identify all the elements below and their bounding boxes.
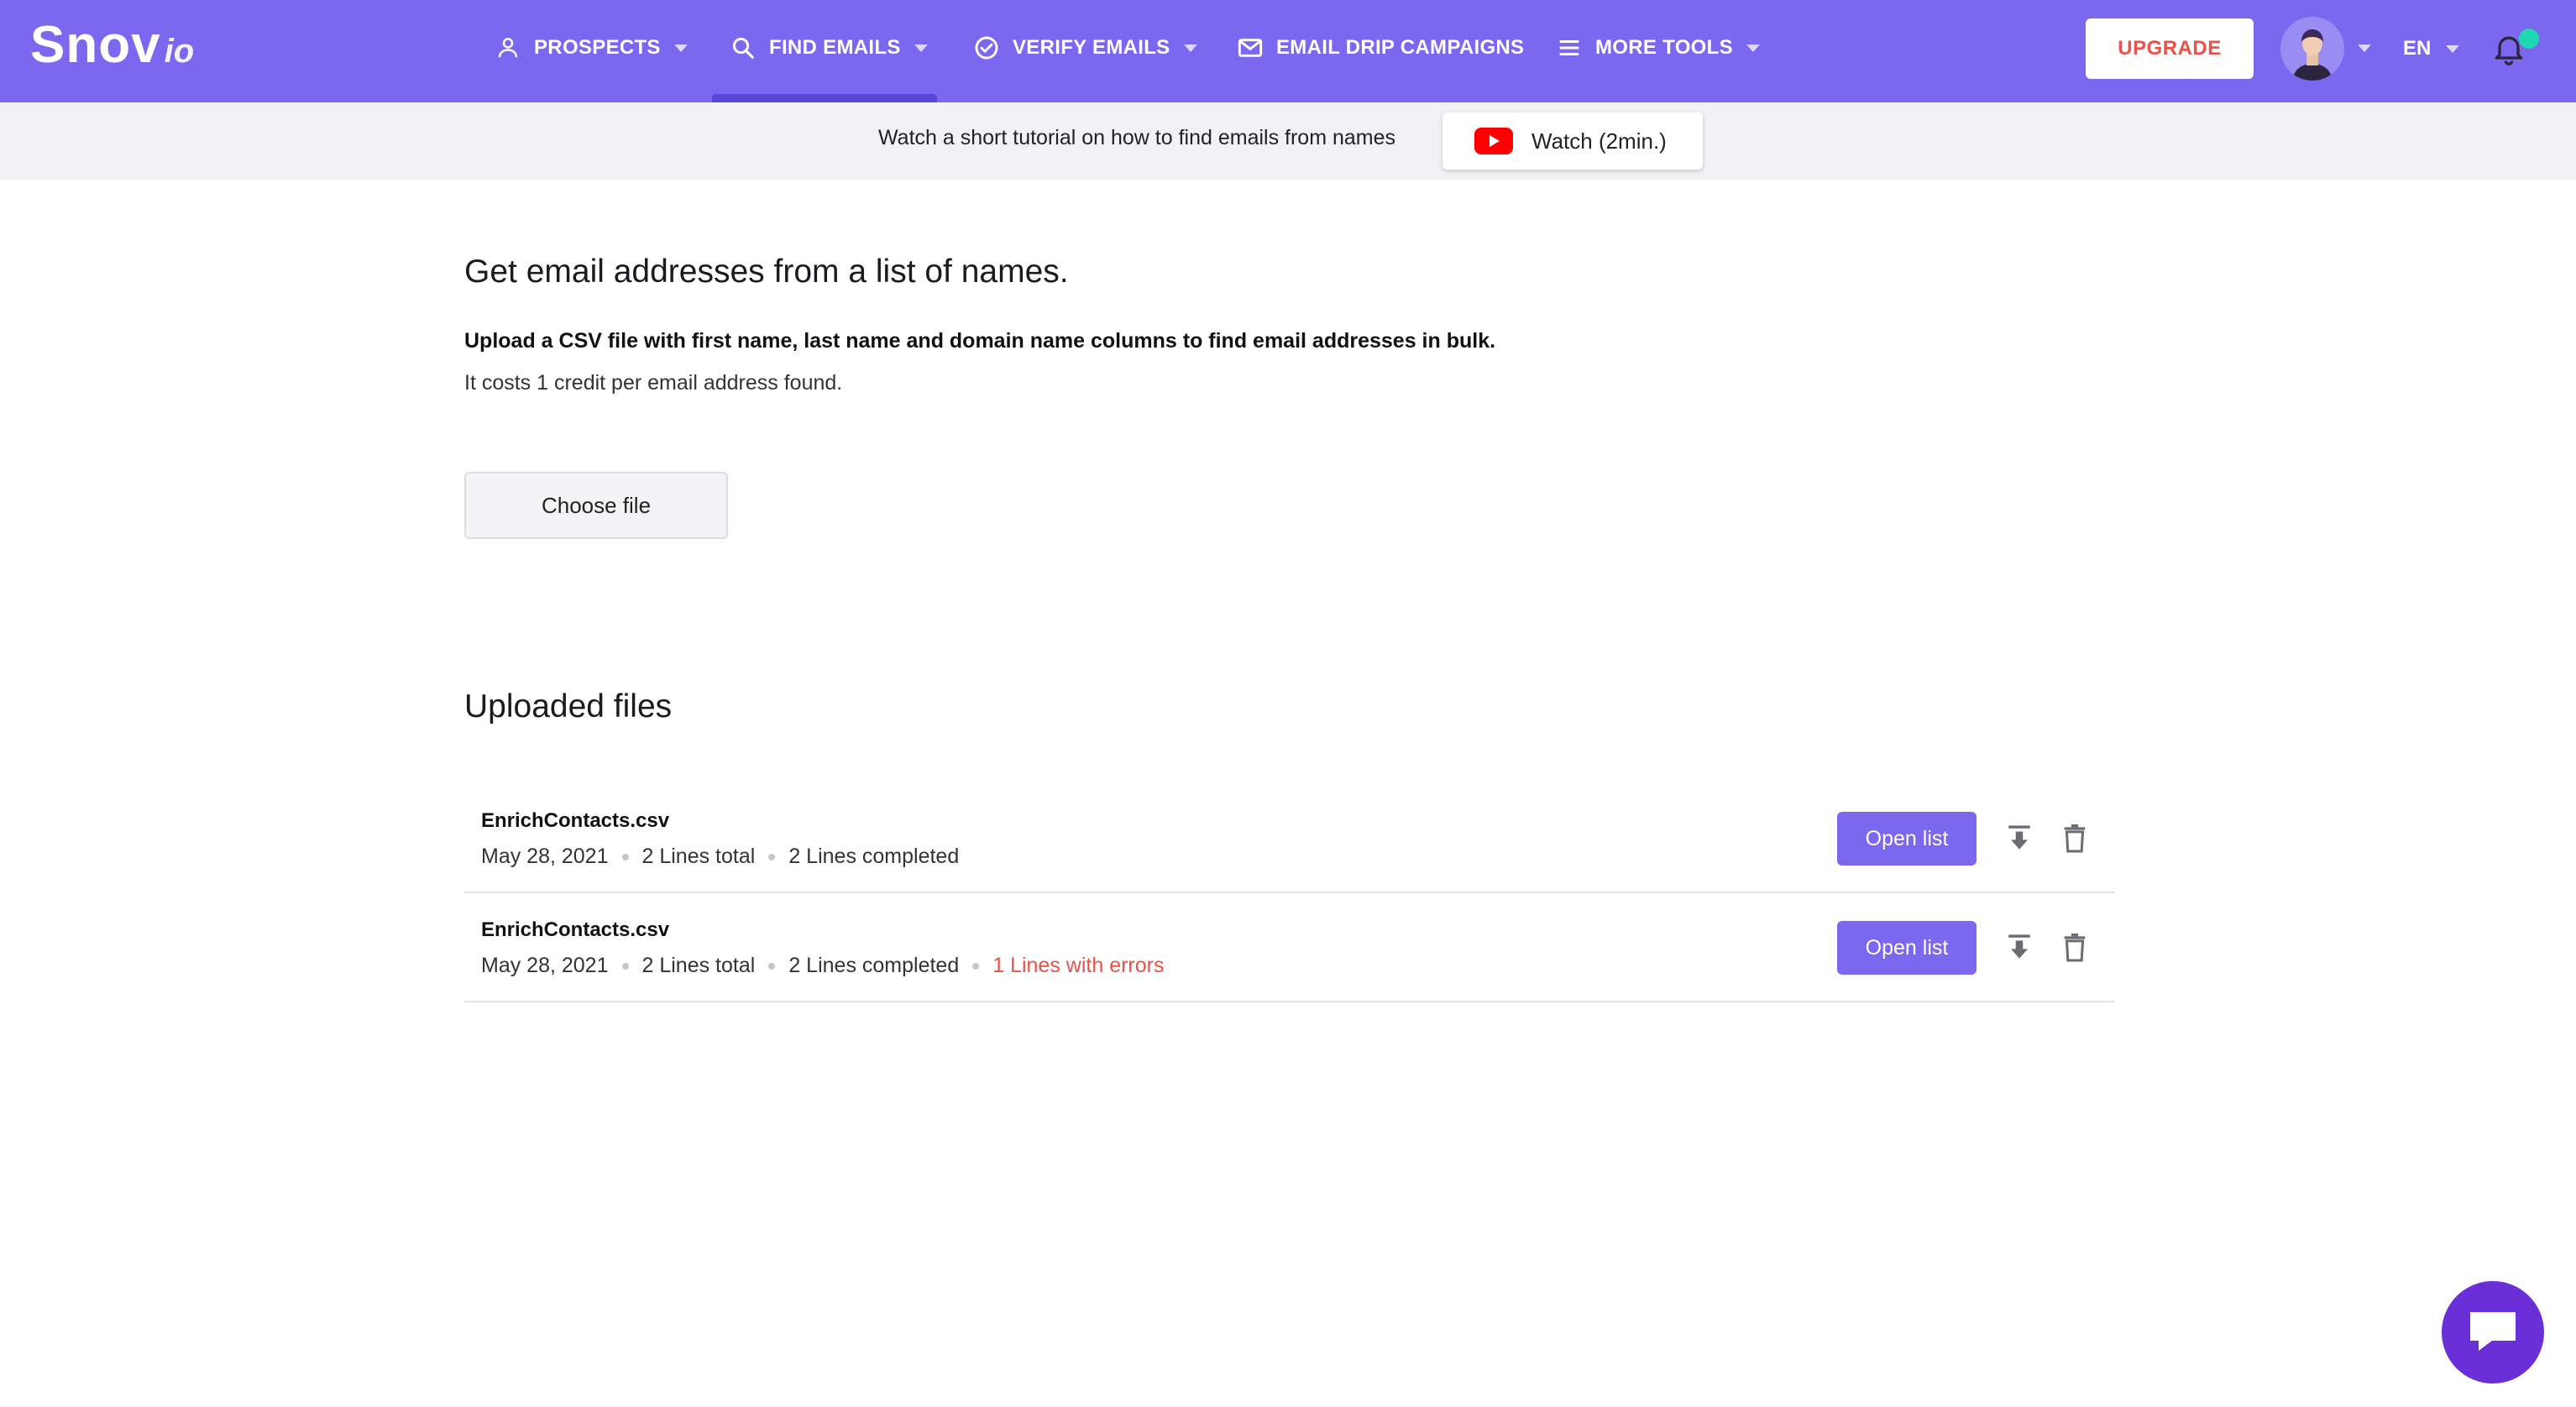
chevron-down-icon [1183, 44, 1197, 52]
nav-verify-emails-label: VERIFY EMAILS [1013, 36, 1170, 59]
nav-more-tools[interactable]: MORE TOOLS [1555, 0, 1760, 96]
lines-completed: 2 Lines completed [788, 954, 960, 977]
nav-find-emails-label: FIND EMAILS [769, 36, 901, 59]
file-date: May 28, 2021 [481, 845, 609, 868]
file-meta: May 28, 2021 2 Lines total 2 Lines compl… [481, 954, 1164, 978]
chevron-down-icon [914, 44, 928, 52]
nav-email-drip-campaigns-label: EMAIL DRIP CAMPAIGNS [1276, 36, 1525, 59]
separator-dot [621, 853, 629, 860]
file-row: EnrichContacts.csv May 28, 2021 2 Lines … [464, 784, 2115, 893]
trash-icon[interactable] [2058, 930, 2092, 965]
upgrade-button[interactable]: UPGRADE [2086, 18, 2254, 79]
chat-support-button[interactable] [2442, 1281, 2544, 1383]
avatar[interactable] [2280, 17, 2344, 81]
nav-verify-emails[interactable]: VERIFY EMAILS [972, 0, 1197, 96]
language-selector[interactable]: EN [2403, 32, 2460, 65]
account-dropdown-caret-icon[interactable] [2358, 44, 2371, 52]
lines-with-errors: 1 Lines with errors [992, 954, 1165, 977]
nav-prospects-label: PROSPECTS [534, 36, 661, 59]
top-navbar: Snov io PROSPECTS FIND EMAILS VERIFY EMAI… [0, 0, 2576, 102]
upload-instructions: Upload a CSV file with first name, last … [464, 329, 1496, 353]
download-icon[interactable] [2003, 930, 2036, 965]
nav-email-drip-campaigns[interactable]: EMAIL DRIP CAMPAIGNS [1236, 0, 1524, 96]
file-row: EnrichContacts.csv May 28, 2021 2 Lines … [464, 893, 2115, 1002]
snov-logo[interactable]: Snov io [30, 15, 194, 82]
notification-dot [2519, 29, 2539, 49]
menu-icon [1555, 34, 1584, 62]
watch-tutorial-button[interactable]: Watch (2min.) [1442, 112, 1703, 170]
nav-more-tools-label: MORE TOOLS [1595, 36, 1733, 59]
credit-cost-note: It costs 1 credit per email address foun… [464, 371, 843, 395]
separator-dot [621, 962, 629, 970]
check-circle-icon [972, 34, 1001, 62]
file-name: EnrichContacts.csv [481, 918, 670, 941]
page-title: Get email addresses from a list of names… [464, 254, 1069, 290]
person-icon [494, 34, 522, 62]
chevron-down-icon [673, 44, 688, 52]
download-icon[interactable] [2003, 821, 2036, 856]
search-icon [729, 34, 757, 62]
chat-bubble-icon [2467, 1307, 2519, 1358]
lines-completed: 2 Lines completed [788, 845, 960, 868]
separator-dot [768, 962, 776, 970]
tutorial-text: Watch a short tutorial on how to find em… [878, 126, 1396, 149]
nav-prospects[interactable]: PROSPECTS [494, 0, 688, 96]
active-tab-indicator [712, 94, 937, 102]
language-label: EN [2403, 37, 2432, 60]
chevron-down-icon [2446, 44, 2460, 53]
file-name: EnrichContacts.csv [481, 809, 670, 832]
uploaded-files-title: Uploaded files [464, 688, 673, 724]
nav-find-emails[interactable]: FIND EMAILS [729, 0, 928, 96]
lines-total: 2 Lines total [641, 845, 756, 868]
file-date: May 28, 2021 [481, 954, 609, 977]
separator-dot [972, 962, 980, 970]
lines-total: 2 Lines total [641, 954, 756, 977]
open-list-button[interactable]: Open list [1837, 921, 1977, 975]
choose-file-button[interactable]: Choose file [464, 472, 728, 539]
separator-dot [768, 853, 776, 860]
envelope-icon [1236, 34, 1264, 62]
chevron-down-icon [1746, 44, 1760, 52]
youtube-icon [1474, 128, 1513, 154]
open-list-button[interactable]: Open list [1837, 812, 1977, 866]
file-meta: May 28, 2021 2 Lines total 2 Lines compl… [481, 845, 959, 869]
watch-label: Watch (2min.) [1531, 128, 1667, 154]
trash-icon[interactable] [2058, 821, 2092, 856]
